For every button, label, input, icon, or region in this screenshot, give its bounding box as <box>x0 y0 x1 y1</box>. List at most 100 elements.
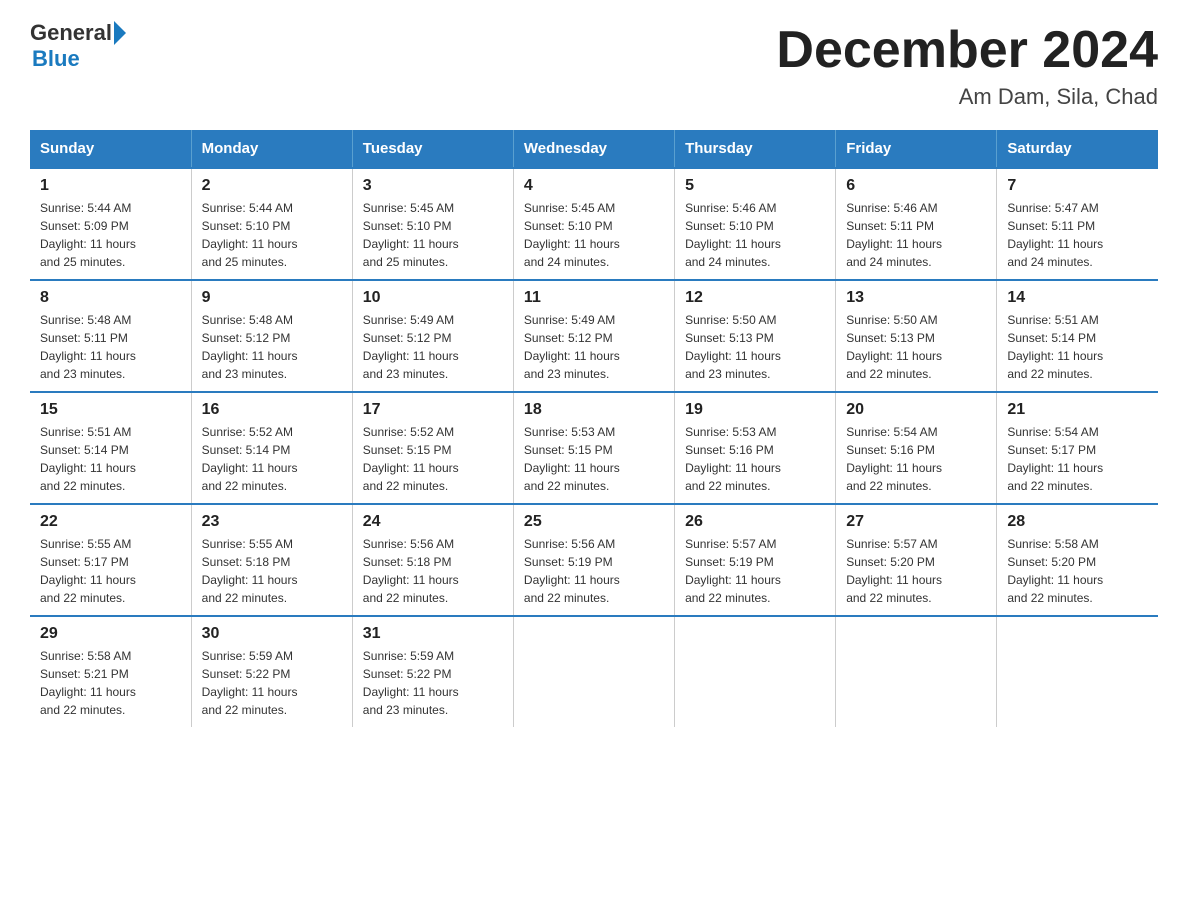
cell-week1-day6: 7 Sunrise: 5:47 AMSunset: 5:11 PMDayligh… <box>997 168 1158 280</box>
cell-week4-day2: 24 Sunrise: 5:56 AMSunset: 5:18 PMDaylig… <box>352 504 513 616</box>
logo: General Blue <box>30 20 126 72</box>
cell-week5-day4 <box>675 616 836 727</box>
cell-week2-day0: 8 Sunrise: 5:48 AMSunset: 5:11 PMDayligh… <box>30 280 191 392</box>
day-number: 20 <box>846 401 986 419</box>
day-number: 3 <box>363 177 503 195</box>
day-number: 16 <box>202 401 342 419</box>
cell-week5-day0: 29 Sunrise: 5:58 AMSunset: 5:21 PMDaylig… <box>30 616 191 727</box>
day-number: 22 <box>40 513 181 531</box>
cell-week3-day3: 18 Sunrise: 5:53 AMSunset: 5:15 PMDaylig… <box>513 392 674 504</box>
header-sunday: Sunday <box>30 130 191 168</box>
day-info: Sunrise: 5:46 AMSunset: 5:11 PMDaylight:… <box>846 201 942 269</box>
day-info: Sunrise: 5:53 AMSunset: 5:15 PMDaylight:… <box>524 425 620 493</box>
cell-week5-day6 <box>997 616 1158 727</box>
header-tuesday: Tuesday <box>352 130 513 168</box>
day-number: 14 <box>1007 289 1148 307</box>
cell-week2-day3: 11 Sunrise: 5:49 AMSunset: 5:12 PMDaylig… <box>513 280 674 392</box>
day-info: Sunrise: 5:47 AMSunset: 5:11 PMDaylight:… <box>1007 201 1103 269</box>
day-info: Sunrise: 5:58 AMSunset: 5:20 PMDaylight:… <box>1007 537 1103 605</box>
cell-week2-day4: 12 Sunrise: 5:50 AMSunset: 5:13 PMDaylig… <box>675 280 836 392</box>
day-number: 12 <box>685 289 825 307</box>
logo-general-text: General <box>30 20 112 46</box>
day-info: Sunrise: 5:44 AMSunset: 5:09 PMDaylight:… <box>40 201 136 269</box>
cell-week1-day5: 6 Sunrise: 5:46 AMSunset: 5:11 PMDayligh… <box>836 168 997 280</box>
header-wednesday: Wednesday <box>513 130 674 168</box>
cell-week5-day3 <box>513 616 674 727</box>
day-number: 9 <box>202 289 342 307</box>
header-thursday: Thursday <box>675 130 836 168</box>
day-info: Sunrise: 5:44 AMSunset: 5:10 PMDaylight:… <box>202 201 298 269</box>
calendar-body: 1 Sunrise: 5:44 AMSunset: 5:09 PMDayligh… <box>30 168 1158 727</box>
day-number: 23 <box>202 513 342 531</box>
day-info: Sunrise: 5:55 AMSunset: 5:17 PMDaylight:… <box>40 537 136 605</box>
cell-week1-day0: 1 Sunrise: 5:44 AMSunset: 5:09 PMDayligh… <box>30 168 191 280</box>
cell-week1-day1: 2 Sunrise: 5:44 AMSunset: 5:10 PMDayligh… <box>191 168 352 280</box>
cell-week2-day5: 13 Sunrise: 5:50 AMSunset: 5:13 PMDaylig… <box>836 280 997 392</box>
day-info: Sunrise: 5:51 AMSunset: 5:14 PMDaylight:… <box>40 425 136 493</box>
cell-week3-day4: 19 Sunrise: 5:53 AMSunset: 5:16 PMDaylig… <box>675 392 836 504</box>
title-section: December 2024 Am Dam, Sila, Chad <box>776 20 1158 110</box>
week-row-2: 8 Sunrise: 5:48 AMSunset: 5:11 PMDayligh… <box>30 280 1158 392</box>
page-subtitle: Am Dam, Sila, Chad <box>776 84 1158 110</box>
day-number: 27 <box>846 513 986 531</box>
cell-week3-day1: 16 Sunrise: 5:52 AMSunset: 5:14 PMDaylig… <box>191 392 352 504</box>
day-number: 5 <box>685 177 825 195</box>
cell-week2-day6: 14 Sunrise: 5:51 AMSunset: 5:14 PMDaylig… <box>997 280 1158 392</box>
day-number: 4 <box>524 177 664 195</box>
calendar-table: SundayMondayTuesdayWednesdayThursdayFrid… <box>30 130 1158 727</box>
header-friday: Friday <box>836 130 997 168</box>
day-number: 18 <box>524 401 664 419</box>
cell-week3-day2: 17 Sunrise: 5:52 AMSunset: 5:15 PMDaylig… <box>352 392 513 504</box>
day-info: Sunrise: 5:54 AMSunset: 5:16 PMDaylight:… <box>846 425 942 493</box>
calendar-header: SundayMondayTuesdayWednesdayThursdayFrid… <box>30 130 1158 168</box>
day-info: Sunrise: 5:59 AMSunset: 5:22 PMDaylight:… <box>202 649 298 717</box>
day-info: Sunrise: 5:48 AMSunset: 5:12 PMDaylight:… <box>202 313 298 381</box>
day-info: Sunrise: 5:52 AMSunset: 5:14 PMDaylight:… <box>202 425 298 493</box>
day-number: 26 <box>685 513 825 531</box>
cell-week2-day1: 9 Sunrise: 5:48 AMSunset: 5:12 PMDayligh… <box>191 280 352 392</box>
day-number: 6 <box>846 177 986 195</box>
day-info: Sunrise: 5:56 AMSunset: 5:19 PMDaylight:… <box>524 537 620 605</box>
day-info: Sunrise: 5:51 AMSunset: 5:14 PMDaylight:… <box>1007 313 1103 381</box>
week-row-3: 15 Sunrise: 5:51 AMSunset: 5:14 PMDaylig… <box>30 392 1158 504</box>
header-monday: Monday <box>191 130 352 168</box>
cell-week4-day1: 23 Sunrise: 5:55 AMSunset: 5:18 PMDaylig… <box>191 504 352 616</box>
cell-week3-day5: 20 Sunrise: 5:54 AMSunset: 5:16 PMDaylig… <box>836 392 997 504</box>
cell-week3-day0: 15 Sunrise: 5:51 AMSunset: 5:14 PMDaylig… <box>30 392 191 504</box>
day-number: 11 <box>524 289 664 307</box>
day-number: 7 <box>1007 177 1148 195</box>
cell-week4-day6: 28 Sunrise: 5:58 AMSunset: 5:20 PMDaylig… <box>997 504 1158 616</box>
day-number: 21 <box>1007 401 1148 419</box>
day-number: 13 <box>846 289 986 307</box>
cell-week4-day0: 22 Sunrise: 5:55 AMSunset: 5:17 PMDaylig… <box>30 504 191 616</box>
day-info: Sunrise: 5:54 AMSunset: 5:17 PMDaylight:… <box>1007 425 1103 493</box>
day-info: Sunrise: 5:57 AMSunset: 5:19 PMDaylight:… <box>685 537 781 605</box>
day-info: Sunrise: 5:49 AMSunset: 5:12 PMDaylight:… <box>524 313 620 381</box>
header-saturday: Saturday <box>997 130 1158 168</box>
day-info: Sunrise: 5:48 AMSunset: 5:11 PMDaylight:… <box>40 313 136 381</box>
cell-week5-day2: 31 Sunrise: 5:59 AMSunset: 5:22 PMDaylig… <box>352 616 513 727</box>
day-number: 31 <box>363 625 503 643</box>
day-info: Sunrise: 5:46 AMSunset: 5:10 PMDaylight:… <box>685 201 781 269</box>
cell-week1-day3: 4 Sunrise: 5:45 AMSunset: 5:10 PMDayligh… <box>513 168 674 280</box>
day-info: Sunrise: 5:50 AMSunset: 5:13 PMDaylight:… <box>846 313 942 381</box>
day-number: 8 <box>40 289 181 307</box>
cell-week1-day2: 3 Sunrise: 5:45 AMSunset: 5:10 PMDayligh… <box>352 168 513 280</box>
cell-week5-day5 <box>836 616 997 727</box>
day-info: Sunrise: 5:57 AMSunset: 5:20 PMDaylight:… <box>846 537 942 605</box>
day-number: 1 <box>40 177 181 195</box>
week-row-1: 1 Sunrise: 5:44 AMSunset: 5:09 PMDayligh… <box>30 168 1158 280</box>
day-info: Sunrise: 5:58 AMSunset: 5:21 PMDaylight:… <box>40 649 136 717</box>
day-info: Sunrise: 5:50 AMSunset: 5:13 PMDaylight:… <box>685 313 781 381</box>
logo-blue-text: Blue <box>32 46 80 72</box>
logo-arrow-icon <box>114 21 126 45</box>
day-number: 30 <box>202 625 342 643</box>
cell-week2-day2: 10 Sunrise: 5:49 AMSunset: 5:12 PMDaylig… <box>352 280 513 392</box>
day-number: 15 <box>40 401 181 419</box>
page-header: General Blue December 2024 Am Dam, Sila,… <box>30 20 1158 110</box>
day-number: 29 <box>40 625 181 643</box>
day-info: Sunrise: 5:49 AMSunset: 5:12 PMDaylight:… <box>363 313 459 381</box>
cell-week4-day3: 25 Sunrise: 5:56 AMSunset: 5:19 PMDaylig… <box>513 504 674 616</box>
day-info: Sunrise: 5:45 AMSunset: 5:10 PMDaylight:… <box>524 201 620 269</box>
cell-week3-day6: 21 Sunrise: 5:54 AMSunset: 5:17 PMDaylig… <box>997 392 1158 504</box>
